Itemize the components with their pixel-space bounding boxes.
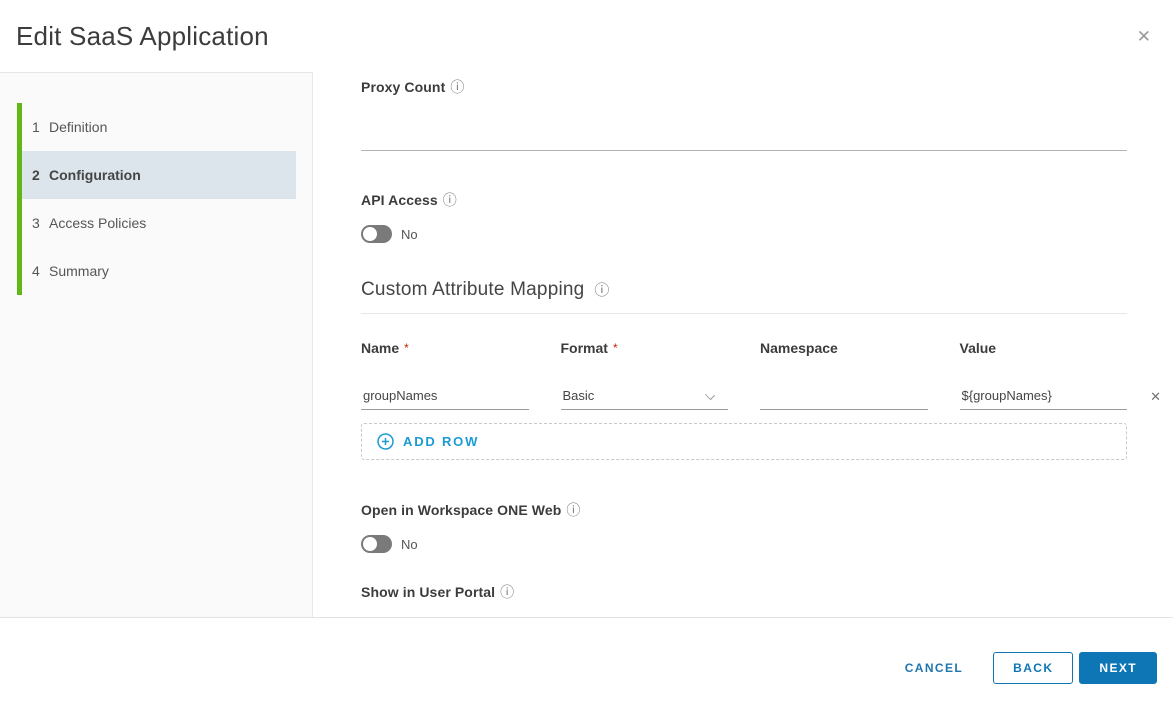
page-title: Edit SaaS Application	[16, 21, 269, 52]
proxy-count-input[interactable]	[361, 131, 1127, 151]
open-web-toggle-row: No	[361, 535, 1127, 553]
custom-attribute-mapping-section: Custom Attribute Mapping ⓘ Name * Format…	[361, 279, 1127, 460]
modal-header: Edit SaaS Application ✕	[0, 0, 1173, 72]
user-portal-label-row: Show in User Portal ⓘ	[361, 584, 1127, 600]
selected-format-value: Basic	[561, 386, 729, 406]
toggle-knob	[363, 537, 377, 551]
wizard-steps: 1 Definition 2 Configuration 3 Access Po…	[0, 103, 312, 295]
info-icon[interactable]: ⓘ	[566, 503, 580, 517]
step-configuration[interactable]: 2 Configuration	[22, 151, 296, 199]
api-access-toggle[interactable]	[361, 225, 392, 243]
cam-section-title: Custom Attribute Mapping	[361, 279, 584, 301]
open-web-label: Open in Workspace ONE Web	[361, 502, 561, 518]
step-number: 4	[32, 263, 49, 279]
wizard-sidebar: 1 Definition 2 Configuration 3 Access Po…	[0, 72, 313, 617]
required-marker: *	[613, 340, 618, 356]
step-label: Configuration	[49, 167, 141, 183]
attribute-namespace-input[interactable]	[760, 386, 928, 410]
cam-table-row: Basic ✕	[361, 386, 1127, 410]
open-web-state: No	[401, 537, 418, 552]
step-summary[interactable]: 4 Summary	[22, 247, 296, 295]
info-icon[interactable]: ⓘ	[450, 80, 464, 94]
modal-footer: CANCEL BACK NEXT	[0, 618, 1173, 706]
open-web-toggle[interactable]	[361, 535, 392, 553]
back-button[interactable]: BACK	[993, 652, 1073, 684]
api-access-field: API Access ⓘ No	[361, 192, 1127, 243]
step-access-policies[interactable]: 3 Access Policies	[22, 199, 296, 247]
step-label: Summary	[49, 263, 109, 279]
info-icon[interactable]: ⓘ	[594, 283, 609, 298]
close-icon[interactable]: ✕	[1133, 24, 1155, 49]
api-access-state: No	[401, 227, 418, 242]
stepper-progress-bar	[17, 103, 22, 295]
add-row-button[interactable]: ADD ROW	[377, 433, 479, 450]
modal-body: 1 Definition 2 Configuration 3 Access Po…	[0, 72, 1173, 618]
api-access-label: API Access	[361, 192, 438, 208]
step-number: 1	[32, 119, 49, 135]
column-header-name: Name *	[361, 340, 529, 356]
cam-divider	[361, 313, 1127, 314]
attribute-value-input[interactable]	[960, 386, 1128, 410]
cam-title-row: Custom Attribute Mapping ⓘ	[361, 279, 1127, 301]
info-icon[interactable]: ⓘ	[443, 193, 457, 207]
edit-saas-application-modal: Edit SaaS Application ✕ 1 Definition 2 C…	[0, 0, 1173, 706]
open-in-workspace-one-web-field: Open in Workspace ONE Web ⓘ No	[361, 502, 1127, 553]
column-header-value: Value	[960, 340, 1128, 356]
api-access-label-row: API Access ⓘ	[361, 192, 1127, 208]
step-number: 2	[32, 167, 49, 183]
step-label: Access Policies	[49, 215, 146, 231]
proxy-count-field: Proxy Count ⓘ	[361, 79, 1127, 151]
proxy-count-label: Proxy Count	[361, 79, 445, 95]
attribute-format-select[interactable]: Basic	[561, 386, 729, 410]
add-icon	[377, 433, 394, 450]
show-in-user-portal-field: Show in User Portal ⓘ Yes	[361, 584, 1127, 617]
column-label: Name	[361, 340, 399, 356]
column-label: Value	[960, 340, 997, 356]
open-web-label-row: Open in Workspace ONE Web ⓘ	[361, 502, 1127, 518]
column-header-format: Format *	[561, 340, 729, 356]
required-marker: *	[404, 340, 409, 356]
configuration-form: Proxy Count ⓘ API Access ⓘ No	[314, 72, 1173, 617]
info-icon[interactable]: ⓘ	[500, 585, 514, 599]
add-row-label: ADD ROW	[403, 434, 479, 449]
toggle-knob	[363, 227, 377, 241]
step-label: Definition	[49, 119, 107, 135]
proxy-count-label-row: Proxy Count ⓘ	[361, 79, 1127, 95]
api-access-toggle-row: No	[361, 225, 1127, 243]
column-header-namespace: Namespace	[760, 340, 928, 356]
cam-column-headers: Name * Format * Namespace Value	[361, 340, 1127, 356]
add-row-container: ADD ROW	[361, 423, 1127, 460]
column-label: Format	[561, 340, 608, 356]
column-label: Namespace	[760, 340, 838, 356]
step-number: 3	[32, 215, 49, 231]
attribute-name-input[interactable]	[361, 386, 529, 410]
step-definition[interactable]: 1 Definition	[22, 103, 296, 151]
next-button[interactable]: NEXT	[1079, 652, 1157, 684]
user-portal-label: Show in User Portal	[361, 584, 495, 600]
cancel-button[interactable]: CANCEL	[893, 652, 975, 684]
remove-row-icon[interactable]: ✕	[1148, 388, 1163, 405]
